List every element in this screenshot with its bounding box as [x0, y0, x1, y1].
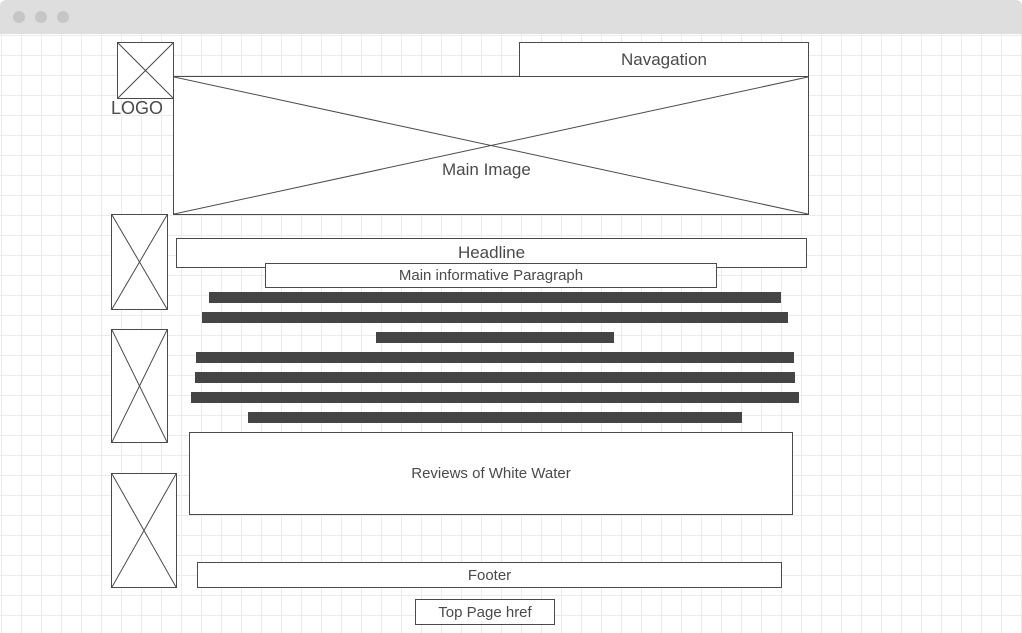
paragraph-text-line: [202, 312, 788, 323]
paragraph-title-box: Main informative Paragraph: [265, 263, 717, 288]
window-zoom-dot[interactable]: [57, 11, 69, 23]
logo-image-placeholder: [117, 42, 174, 99]
paragraph-text-line: [191, 392, 799, 403]
paragraph-text-line: [248, 412, 742, 423]
paragraph-text-line: [209, 292, 781, 303]
logo-label: LOGO: [111, 98, 164, 118]
window-titlebar: [0, 0, 1022, 34]
window-minimize-dot[interactable]: [35, 11, 47, 23]
reviews-label: Reviews of White Water: [411, 465, 571, 482]
footer-label: Footer: [467, 566, 512, 584]
footer-box: Footer: [197, 562, 782, 588]
navigation-label: Navagation: [620, 49, 707, 69]
paragraph-title-label: Main informative Paragraph: [398, 267, 584, 284]
paragraph-text-line: [376, 332, 614, 343]
main-image-label: Main Image: [442, 160, 531, 179]
headline-label: Headline: [457, 243, 526, 262]
grid-canvas: LOGO Navagation Main Image Headline Main…: [0, 34, 1022, 633]
paragraph-text-line: [195, 372, 795, 383]
reviews-section: Reviews of White Water: [189, 432, 793, 515]
navigation-bar[interactable]: Navagation: [519, 42, 809, 77]
top-page-link-label: Top Page href: [438, 603, 532, 621]
side-image-placeholder: [111, 214, 168, 310]
main-image-placeholder: [173, 76, 809, 215]
window-close-dot[interactable]: [13, 11, 25, 23]
side-image-placeholder: [111, 473, 177, 588]
side-image-placeholder: [111, 329, 168, 443]
paragraph-text-line: [196, 352, 794, 363]
top-page-link[interactable]: Top Page href: [415, 599, 555, 625]
